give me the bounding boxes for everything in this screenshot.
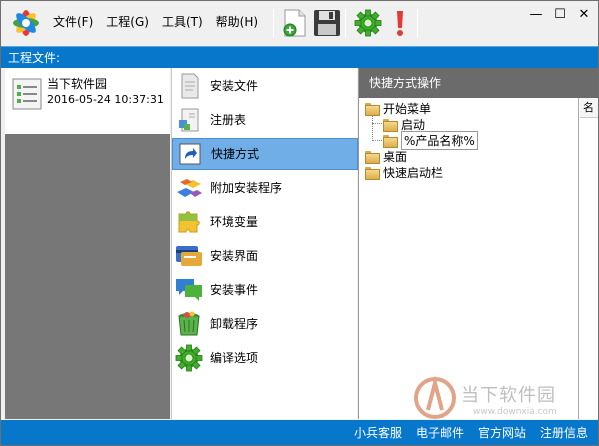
folder-icon bbox=[365, 102, 380, 116]
settings-button[interactable] bbox=[352, 7, 384, 39]
toolbar-separator bbox=[273, 9, 274, 37]
registry-icon bbox=[174, 105, 204, 135]
category-label: 快捷方式 bbox=[211, 147, 260, 161]
menu-file[interactable]: 文件(F) bbox=[53, 14, 93, 30]
category-install-files[interactable]: 安装文件 bbox=[172, 70, 358, 102]
save-button[interactable] bbox=[311, 7, 343, 39]
category-label: 安装界面 bbox=[210, 249, 259, 263]
tree-connector bbox=[372, 115, 373, 141]
toolbar-separator bbox=[417, 9, 418, 37]
exclamation-icon bbox=[397, 11, 403, 36]
category-label: 卸载程序 bbox=[210, 317, 259, 331]
shortcut-icon bbox=[175, 139, 205, 169]
save-icon bbox=[314, 10, 340, 36]
install-ui-icon bbox=[174, 241, 204, 271]
project-name: 当下软件园 bbox=[47, 77, 108, 91]
shortcut-list-column: 名 bbox=[580, 98, 598, 419]
category-label: 附加安装程序 bbox=[210, 181, 283, 195]
category-shortcut[interactable]: 快捷方式 bbox=[172, 138, 358, 170]
puzzle-icon bbox=[174, 207, 204, 237]
category-additional-installer[interactable]: 附加安装程序 bbox=[172, 172, 358, 204]
project-files-header: 工程文件: bbox=[1, 46, 598, 68]
category-label: 编译选项 bbox=[210, 351, 259, 365]
tree-node-product-name[interactable]: %产品名称% bbox=[383, 130, 478, 150]
link-support[interactable]: 小兵客服 bbox=[354, 425, 402, 441]
app-logo-icon bbox=[13, 10, 39, 36]
menu-toolbar-bar: 文件(F) 工程(G) 工具(T) 帮助(H) — ☐ ✕ bbox=[1, 1, 598, 45]
column-header[interactable]: 名 bbox=[580, 98, 598, 118]
category-registry[interactable]: 注册表 bbox=[172, 104, 358, 136]
alert-button[interactable] bbox=[384, 7, 416, 39]
menu-bar: 文件(F) 工程(G) 工具(T) 帮助(H) bbox=[53, 14, 271, 30]
tree-node-label: 快速启动栏 bbox=[383, 165, 444, 180]
shortcut-operations-header: 快捷方式操作 bbox=[359, 68, 598, 98]
shortcut-operations-title: 快捷方式操作 bbox=[369, 76, 442, 90]
recycle-bin-icon bbox=[174, 309, 204, 339]
close-button[interactable]: ✕ bbox=[573, 7, 595, 23]
new-file-button[interactable] bbox=[279, 7, 311, 39]
toolbar-separator bbox=[345, 9, 346, 37]
link-email[interactable]: 电子邮件 bbox=[416, 425, 464, 441]
category-label: 安装事件 bbox=[210, 283, 259, 297]
folder-icon bbox=[383, 118, 398, 132]
category-install-ui[interactable]: 安装界面 bbox=[172, 240, 358, 272]
gear-icon bbox=[354, 9, 382, 37]
status-bar: 小兵客服 电子邮件 官方网站 注册信息 bbox=[1, 420, 598, 445]
tree-node-label: 桌面 bbox=[383, 149, 408, 164]
category-label: 安装文件 bbox=[210, 79, 259, 93]
tree-node-quick-launch[interactable]: 快速启动栏 bbox=[365, 164, 443, 180]
tree-node-label: 开始菜单 bbox=[383, 101, 432, 116]
category-label: 环境变量 bbox=[210, 215, 259, 229]
project-date: 2016-05-24 10:37:31 bbox=[47, 93, 164, 106]
category-list: 安装文件 注册表 快捷方式 附加安装程序 环境变量 安装界面 安装事件 卸载程序… bbox=[171, 68, 358, 419]
link-website[interactable]: 官方网站 bbox=[478, 425, 526, 441]
project-document-icon bbox=[12, 78, 42, 110]
project-entry[interactable]: 当下软件园 2016-05-24 10:37:31 bbox=[5, 68, 170, 134]
folder-icon bbox=[365, 166, 380, 180]
link-registration[interactable]: 注册信息 bbox=[540, 425, 588, 441]
category-label: 注册表 bbox=[210, 113, 247, 127]
minimize-button[interactable]: — bbox=[525, 7, 547, 23]
maximize-button[interactable]: ☐ bbox=[549, 7, 571, 23]
menu-help[interactable]: 帮助(H) bbox=[216, 14, 258, 30]
tree-node-label-editor[interactable]: %产品名称% bbox=[401, 130, 478, 150]
category-install-events[interactable]: 安装事件 bbox=[172, 274, 358, 306]
app-window: 文件(F) 工程(G) 工具(T) 帮助(H) — ☐ ✕ 工程文件: 当下软件… bbox=[0, 0, 599, 446]
shortcut-tree: 开始菜单 启动 %产品名称% 桌面 快速启动栏 bbox=[359, 98, 579, 419]
menu-project[interactable]: 工程(G) bbox=[106, 14, 149, 30]
tree-node-desktop[interactable]: 桌面 bbox=[365, 148, 407, 164]
menu-tools[interactable]: 工具(T) bbox=[162, 14, 203, 30]
tree-connector bbox=[372, 140, 382, 141]
gear-icon bbox=[174, 343, 204, 373]
category-uninstaller[interactable]: 卸载程序 bbox=[172, 308, 358, 340]
new-file-icon bbox=[283, 9, 306, 37]
status-links: 小兵客服 电子邮件 官方网站 注册信息 bbox=[340, 425, 588, 441]
section-title: 工程文件: bbox=[8, 51, 61, 65]
shortcut-operations-pane: 快捷方式操作 开始菜单 启动 %产品名称% 桌面 快速启动栏 名 bbox=[358, 68, 598, 419]
project-list-pane: 当下软件园 2016-05-24 10:37:31 bbox=[5, 68, 170, 419]
install-files-icon bbox=[174, 71, 204, 101]
tree-connector bbox=[372, 123, 382, 124]
folder-icon bbox=[383, 134, 398, 148]
category-compile-options[interactable]: 编译选项 bbox=[172, 342, 358, 374]
folder-icon bbox=[365, 150, 380, 164]
tree-node-start-menu[interactable]: 开始菜单 bbox=[365, 100, 431, 116]
chat-bubble-icon bbox=[174, 275, 204, 305]
category-env-variables[interactable]: 环境变量 bbox=[172, 206, 358, 238]
additional-installer-icon bbox=[174, 173, 204, 203]
